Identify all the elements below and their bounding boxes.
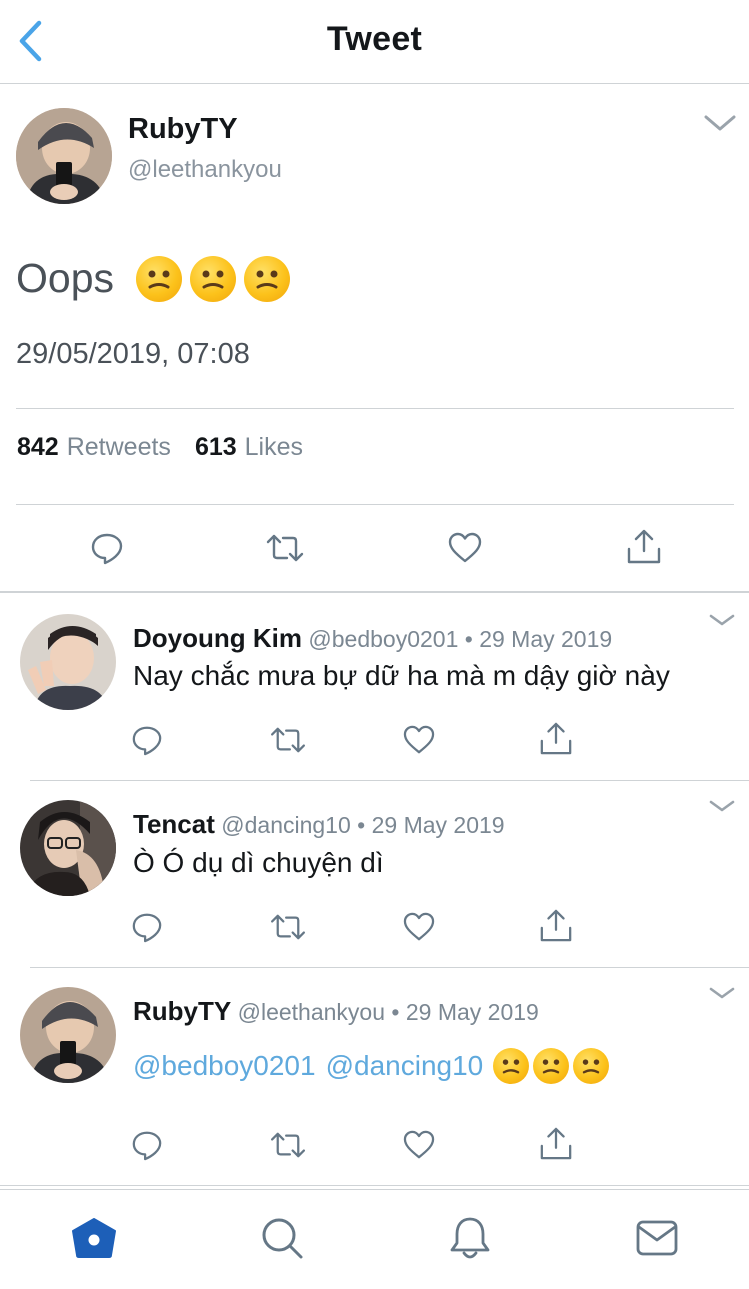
reply-meta: @leethankyou • 29 May 2019 [237, 999, 539, 1025]
reply-icon [91, 533, 123, 565]
like-button[interactable] [400, 1126, 438, 1164]
heart-icon [403, 1130, 435, 1159]
chevron-down-icon [709, 987, 735, 999]
retweet-icon [271, 727, 305, 753]
reply-icon [132, 913, 162, 943]
share-icon [540, 1127, 572, 1160]
reply-author-name[interactable]: Doyoung Kim [133, 623, 302, 653]
reply-button[interactable] [128, 1126, 166, 1164]
tab-home[interactable] [70, 1214, 118, 1262]
reply-text: @bedboy0201 @dancing10 [133, 1048, 610, 1084]
avatar[interactable] [20, 800, 116, 896]
author-name[interactable]: RubyTY [128, 113, 238, 146]
mail-icon [636, 1220, 678, 1256]
reply-text: Nay chắc mưa bự dữ ha mà m dậy giờ này [133, 660, 670, 691]
heart-icon [403, 725, 435, 754]
reply-button[interactable] [128, 721, 166, 759]
tab-notifications[interactable] [446, 1214, 494, 1262]
reply-button[interactable] [86, 527, 128, 569]
chevron-down-icon [709, 800, 735, 812]
retweet-button[interactable] [266, 908, 310, 946]
heart-icon [448, 532, 482, 563]
avatar[interactable] [20, 987, 116, 1083]
chevron-down-icon [704, 115, 736, 131]
mention-link[interactable]: @dancing10 [326, 1050, 484, 1082]
reply-options-button[interactable] [706, 797, 738, 815]
tab-bar [0, 1190, 749, 1289]
upside-down-face-emoji [244, 255, 290, 302]
divider [16, 408, 734, 409]
retweet-button[interactable] [266, 721, 310, 759]
share-icon [627, 529, 661, 564]
reply-options-button[interactable] [706, 611, 738, 629]
reply-meta: @bedboy0201 • 29 May 2019 [308, 626, 613, 652]
reply-header: RubyTY @leethankyou • 29 May 2019 [133, 996, 539, 1027]
reply-tweet[interactable]: Doyoung Kim @bedboy0201 • 29 May 2019 Na… [0, 593, 749, 781]
reply-tweet[interactable]: RubyTY @leethankyou • 29 May 2019 @bedbo… [0, 968, 749, 1185]
like-button[interactable] [444, 527, 486, 569]
likes-label[interactable]: Likes [245, 433, 303, 462]
share-button[interactable] [536, 906, 576, 946]
tweet-options-button[interactable] [700, 111, 740, 135]
reply-options-button[interactable] [706, 984, 738, 1002]
upside-down-face-emoji [533, 1048, 570, 1084]
tab-search[interactable] [258, 1214, 306, 1262]
share-button[interactable] [622, 525, 666, 569]
author-handle[interactable]: @leethankyou [128, 156, 282, 184]
reply-tweet[interactable]: Tencat @dancing10 • 29 May 2019 Ò Ó dụ d… [0, 781, 749, 968]
reply-icon [132, 726, 162, 756]
upside-down-face-emoji [136, 255, 182, 302]
share-icon [540, 909, 572, 942]
share-button[interactable] [536, 1124, 576, 1164]
upside-down-face-emoji [190, 255, 236, 302]
heart-icon [403, 912, 435, 941]
reply-author-name[interactable]: Tencat [133, 809, 215, 839]
upside-down-face-emoji [573, 1048, 610, 1084]
tab-messages[interactable] [633, 1214, 681, 1262]
reply-author-name[interactable]: RubyTY [133, 996, 231, 1026]
tweet-text-content: Oops [16, 255, 114, 301]
retweet-icon [266, 534, 304, 562]
reply-text: Ò Ó dụ dì chuyện dì [133, 847, 384, 878]
reply-button[interactable] [128, 908, 166, 946]
reply-header: Doyoung Kim @bedboy0201 • 29 May 2019 [133, 623, 612, 654]
avatar[interactable] [20, 614, 116, 710]
share-icon [540, 722, 572, 755]
mention-link[interactable]: @bedboy0201 [133, 1050, 316, 1082]
retweet-icon [271, 1132, 305, 1158]
share-button[interactable] [536, 719, 576, 759]
home-icon [72, 1218, 116, 1258]
upside-down-face-emoji [493, 1048, 530, 1084]
tweet-actions [0, 505, 749, 590]
page-title: Tweet [326, 20, 423, 58]
tweet-stats: 842 Retweets 613 Likes [17, 433, 303, 462]
retweet-button[interactable] [262, 527, 308, 569]
tweet-text: Oops [16, 255, 290, 302]
like-button[interactable] [400, 721, 438, 759]
retweets-count[interactable]: 842 [17, 433, 59, 462]
search-icon [262, 1218, 303, 1259]
top-bar: Tweet [0, 0, 749, 84]
reply-header: Tencat @dancing10 • 29 May 2019 [133, 809, 505, 840]
retweet-icon [271, 914, 305, 940]
reply-meta: @dancing10 • 29 May 2019 [221, 812, 505, 838]
chevron-down-icon [709, 614, 735, 626]
reply-icon [132, 1131, 162, 1161]
avatar[interactable] [16, 108, 112, 204]
retweets-label[interactable]: Retweets [67, 433, 171, 462]
tweet-timestamp: 29/05/2019, 07:08 [16, 338, 250, 370]
bell-icon [450, 1217, 490, 1259]
retweet-button[interactable] [266, 1126, 310, 1164]
likes-count[interactable]: 613 [195, 433, 237, 462]
like-button[interactable] [400, 908, 438, 946]
